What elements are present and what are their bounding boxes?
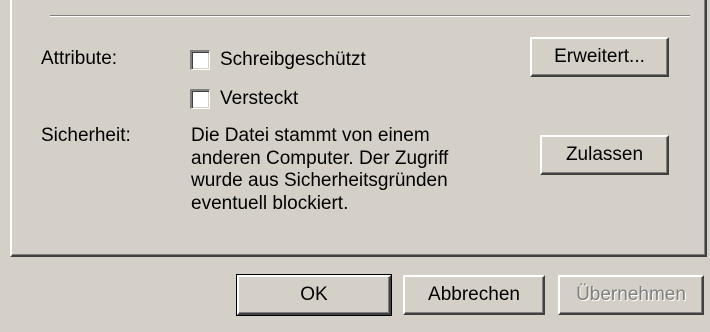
separator-line [50, 15, 690, 17]
cancel-button[interactable]: Abbrechen [403, 275, 545, 315]
read-only-checkbox[interactable] [190, 50, 210, 70]
unblock-button[interactable]: Zulassen [540, 135, 669, 175]
advanced-button[interactable]: Erweitert... [530, 37, 669, 77]
attributes-label: Attribute: [41, 48, 118, 69]
hidden-checkbox[interactable] [190, 89, 210, 109]
security-label: Sicherheit: [41, 125, 131, 146]
hidden-option[interactable]: Versteckt [190, 88, 298, 110]
properties-panel: Attribute: Schreibgeschützt Versteckt Er… [10, 0, 707, 257]
apply-button[interactable]: Übernehmen [558, 275, 704, 315]
read-only-option[interactable]: Schreibgeschützt [190, 49, 366, 71]
ok-button[interactable]: OK [236, 274, 392, 316]
hidden-label: Versteckt [220, 88, 299, 109]
security-description: Die Datei stammt von einem anderen Compu… [191, 125, 449, 214]
read-only-label: Schreibgeschützt [220, 49, 366, 70]
